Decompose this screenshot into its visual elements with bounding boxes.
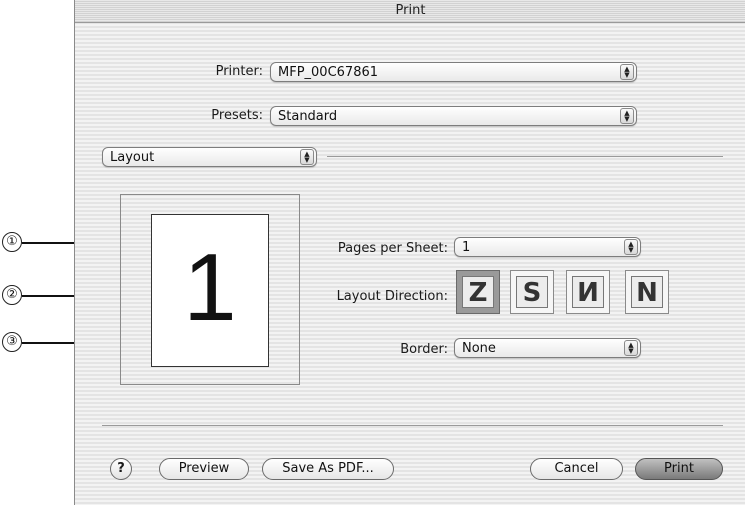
direction-option-4-frame: N xyxy=(631,276,663,308)
panel-popup[interactable]: Layout ▲ ▼ xyxy=(102,147,317,167)
presets-label: Presets: xyxy=(211,108,263,123)
panel-value: Layout xyxy=(110,150,155,165)
direction-option-3-frame: И xyxy=(572,276,604,308)
direction-option-2-frame: S xyxy=(516,276,548,308)
printer-popup[interactable]: MFP_00C67861 ▲ ▼ xyxy=(270,62,637,82)
border-popup[interactable]: None ▲ ▼ xyxy=(454,338,641,358)
title-bar: Print xyxy=(75,0,745,23)
z-right-left-icon: S xyxy=(522,278,542,308)
preview-page-number: 1 xyxy=(183,234,237,341)
popup-arrows-icon: ▲ ▼ xyxy=(620,64,634,80)
n-top-bottom-icon: И xyxy=(577,278,599,308)
n-top-bottom-reverse-icon: N xyxy=(636,278,658,308)
cancel-button[interactable]: Cancel xyxy=(530,458,623,480)
popup-arrows-icon: ▲ ▼ xyxy=(624,340,638,356)
layout-direction-label: Layout Direction: xyxy=(336,289,448,304)
popup-arrows-icon: ▲ ▼ xyxy=(624,239,638,255)
direction-option-4[interactable]: N xyxy=(625,270,669,314)
border-label: Border: xyxy=(400,342,448,357)
preview-button[interactable]: Preview xyxy=(159,458,249,480)
presets-popup[interactable]: Standard ▲ ▼ xyxy=(270,106,637,126)
bottom-divider xyxy=(102,425,723,426)
popup-arrows-icon: ▲ ▼ xyxy=(620,108,634,124)
printer-label: Printer: xyxy=(215,64,263,79)
print-dialog: Print Printer: MFP_00C67861 ▲ ▼ Presets: … xyxy=(74,0,745,505)
z-left-right-icon: Z xyxy=(468,278,488,308)
pages-per-sheet-label: Pages per Sheet: xyxy=(337,241,448,256)
panel-divider xyxy=(327,156,723,157)
preview-sheet: 1 xyxy=(151,214,269,367)
callout-2: ② xyxy=(2,285,22,305)
callout-3: ③ xyxy=(2,332,22,352)
direction-option-2[interactable]: S xyxy=(510,270,554,314)
printer-value: MFP_00C67861 xyxy=(278,65,379,80)
save-as-pdf-button[interactable]: Save As PDF... xyxy=(262,458,394,480)
direction-option-1[interactable]: Z xyxy=(456,270,500,314)
presets-value: Standard xyxy=(278,109,338,124)
pages-per-sheet-popup[interactable]: 1 ▲ ▼ xyxy=(454,237,641,257)
callout-1: ① xyxy=(2,232,22,252)
border-value: None xyxy=(462,341,496,356)
direction-option-3[interactable]: И xyxy=(566,270,610,314)
dialog-title: Print xyxy=(395,3,426,18)
help-button[interactable]: ? xyxy=(110,458,132,480)
pages-per-sheet-value: 1 xyxy=(462,240,471,255)
popup-arrows-icon: ▲ ▼ xyxy=(300,149,314,165)
direction-option-1-frame: Z xyxy=(462,276,494,308)
print-button[interactable]: Print xyxy=(635,458,723,480)
